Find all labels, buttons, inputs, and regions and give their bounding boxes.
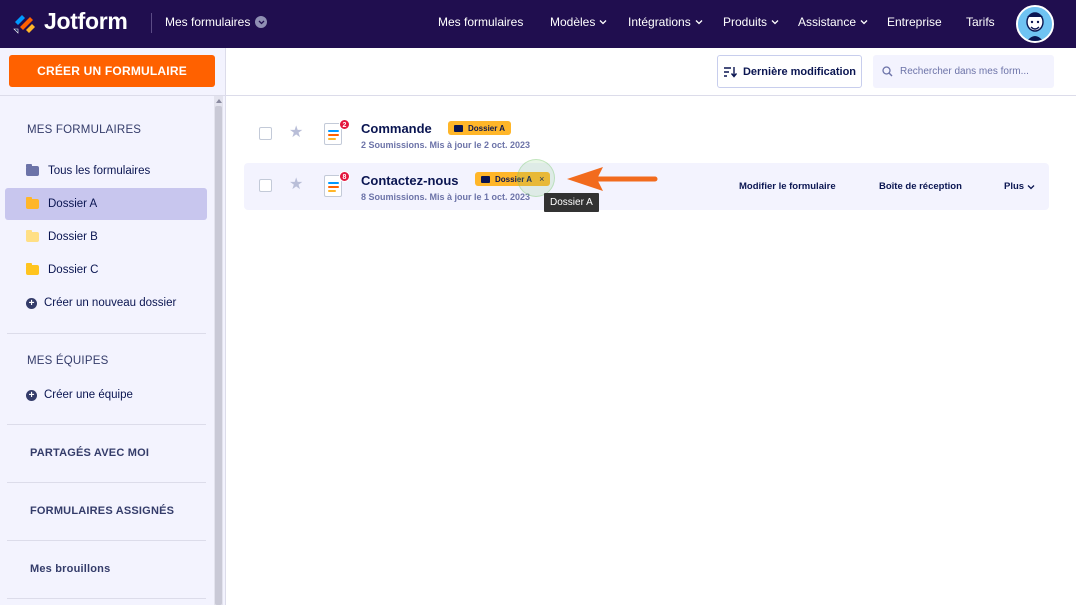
row-checkbox[interactable] xyxy=(259,127,272,140)
form-title[interactable]: Contactez-nous xyxy=(361,173,459,188)
star-icon[interactable]: ★ xyxy=(289,125,303,141)
chevron-down-icon xyxy=(1027,184,1035,189)
folder-icon xyxy=(481,175,490,183)
folder-icon xyxy=(26,197,39,209)
my-forms-dropdown[interactable]: Mes formulaires xyxy=(165,15,268,29)
folder-tag-label: Dossier A xyxy=(468,123,506,133)
search-input[interactable] xyxy=(900,66,1050,77)
sidebar-item-label: Dossier A xyxy=(48,198,98,210)
sidebar-divider xyxy=(7,333,206,334)
nav-support-label: Assistance xyxy=(798,15,857,29)
inbox-button[interactable]: Boîte de réception xyxy=(879,181,962,192)
plus-circle-icon: + xyxy=(26,297,37,309)
nav-integrations-label: Intégrations xyxy=(628,15,691,29)
nav-my-forms-label: Mes formulaires xyxy=(438,15,524,29)
folder-icon xyxy=(26,230,39,242)
my-forms-dropdown-label: Mes formulaires xyxy=(165,15,251,29)
toolbar-divider xyxy=(0,95,1076,96)
sidebar-divider xyxy=(7,482,206,483)
sort-icon xyxy=(723,66,737,78)
more-button[interactable]: Plus xyxy=(1004,181,1035,192)
sort-label: Dernière modification xyxy=(742,65,857,78)
folder-tag[interactable]: Dossier A xyxy=(448,121,512,135)
folder-icon xyxy=(26,263,39,275)
chevron-down-icon xyxy=(255,16,268,28)
shared-with-me-heading[interactable]: PARTAGÉS AVEC MOI xyxy=(30,447,149,459)
avatar-face-icon xyxy=(1018,7,1052,41)
row-checkbox[interactable] xyxy=(259,179,272,192)
my-forms-heading: MES FORMULAIRES xyxy=(27,124,142,136)
sidebar-item-dossier-a[interactable]: Dossier A xyxy=(5,188,207,220)
sidebar-divider xyxy=(7,598,206,599)
nav-products-label: Produits xyxy=(723,15,768,29)
nav-pricing-label: Tarifs xyxy=(966,15,995,29)
nav-products[interactable]: Produits xyxy=(723,15,779,29)
sidebar-divider xyxy=(7,424,206,425)
chevron-down-icon xyxy=(771,20,779,25)
chevron-down-icon xyxy=(695,20,703,25)
assigned-forms-heading[interactable]: FORMULAIRES ASSIGNÉS xyxy=(30,505,174,517)
tooltip: Dossier A xyxy=(544,193,599,212)
submission-count-badge: 2 xyxy=(339,119,350,130)
sidebar-item-all-forms[interactable]: Tous les formulaires xyxy=(5,155,207,187)
sidebar-item-label: Dossier C xyxy=(48,264,99,276)
sidebar-divider xyxy=(7,540,206,541)
jotform-logo-icon xyxy=(13,14,35,34)
form-row[interactable]: ★ 2 Commande Dossier A 2 Soumissions. Mi… xyxy=(244,111,1049,158)
submission-count-badge: 8 xyxy=(339,171,350,182)
chevron-down-icon xyxy=(860,20,868,25)
top-navigation-bar: Jotform Mes formulaires Mes formulaires … xyxy=(0,0,1076,48)
annotation-arrow-icon xyxy=(567,167,658,191)
sort-button[interactable]: Dernière modification xyxy=(717,55,862,88)
sidebar-item-label: Dossier B xyxy=(48,231,98,243)
plus-circle-icon: + xyxy=(26,389,37,401)
more-label: Plus xyxy=(1004,181,1025,192)
nav-templates-label: Modèles xyxy=(550,15,596,29)
folder-icon xyxy=(26,164,39,176)
create-folder-label: Créer un nouveau dossier xyxy=(44,297,177,309)
create-form-button[interactable]: CRÉER UN FORMULAIRE xyxy=(9,55,215,87)
folder-icon xyxy=(454,124,463,132)
nav-integrations[interactable]: Intégrations xyxy=(628,15,703,29)
header-divider xyxy=(151,13,152,33)
scroll-up-arrow-icon[interactable] xyxy=(216,99,222,103)
sidebar-item-dossier-c[interactable]: Dossier C xyxy=(5,254,207,286)
nav-pricing[interactable]: Tarifs xyxy=(966,15,995,29)
nav-enterprise[interactable]: Entreprise xyxy=(887,15,942,29)
create-folder-button[interactable]: + Créer un nouveau dossier xyxy=(5,287,207,319)
click-indicator xyxy=(517,159,555,197)
chevron-down-icon xyxy=(599,20,607,25)
brand-name: Jotform xyxy=(44,8,128,34)
nav-my-forms[interactable]: Mes formulaires xyxy=(438,15,523,29)
nav-enterprise-label: Entreprise xyxy=(887,15,942,29)
form-subtitle: 2 Soumissions. Mis à jour le 2 oct. 2023 xyxy=(361,140,531,150)
sidebar-scrollbar-thumb[interactable] xyxy=(215,106,222,605)
jotform-logo[interactable]: Jotform xyxy=(12,8,128,35)
sidebar-item-dossier-b[interactable]: Dossier B xyxy=(5,221,207,253)
my-drafts-link[interactable]: Mes brouillons xyxy=(30,563,110,575)
search-box[interactable] xyxy=(873,55,1054,88)
create-team-label: Créer une équipe xyxy=(44,389,133,401)
user-avatar[interactable] xyxy=(1016,5,1054,43)
my-teams-heading: MES ÉQUIPES xyxy=(27,355,109,367)
nav-templates[interactable]: Modèles xyxy=(550,15,607,29)
create-team-button[interactable]: + Créer une équipe xyxy=(5,379,207,411)
sidebar-item-label: Tous les formulaires xyxy=(48,165,151,177)
star-icon[interactable]: ★ xyxy=(289,177,303,193)
form-title[interactable]: Commande xyxy=(361,121,432,136)
nav-support[interactable]: Assistance xyxy=(798,15,868,29)
form-subtitle: 8 Soumissions. Mis à jour le 1 oct. 2023 xyxy=(361,192,531,202)
edit-form-button[interactable]: Modifier le formulaire xyxy=(739,181,836,192)
search-icon xyxy=(882,66,893,77)
